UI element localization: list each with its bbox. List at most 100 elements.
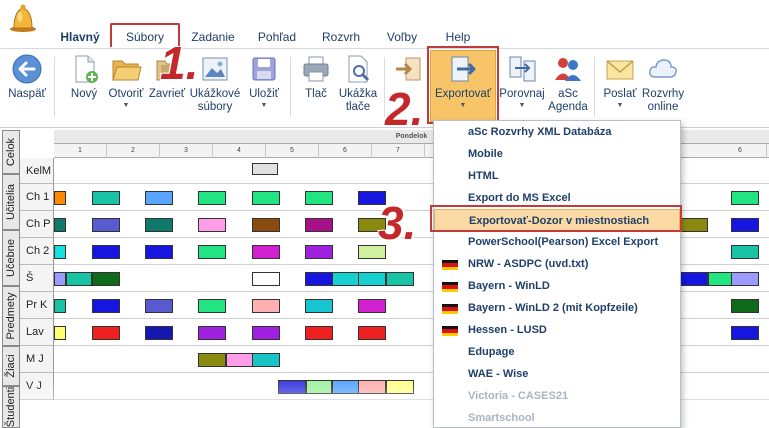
lesson-card[interactable] — [145, 218, 173, 232]
menu-item-victoria[interactable]: Victoria - CASES21 — [434, 385, 680, 407]
row-label[interactable]: M J — [20, 346, 54, 373]
menu-item-mobile[interactable]: Mobile — [434, 143, 680, 165]
lesson-card[interactable] — [305, 218, 333, 232]
menu-item-smartschool[interactable]: Smartschool — [434, 407, 680, 427]
lesson-card[interactable] — [252, 218, 280, 232]
lesson-card[interactable] — [305, 299, 333, 313]
compare-dropdown-arrow-icon[interactable]: ▼ — [496, 101, 548, 110]
lesson-card[interactable] — [680, 272, 708, 286]
row-label[interactable]: Š — [20, 265, 54, 292]
tab-rozvrh[interactable]: Rozvrh — [318, 27, 364, 49]
print-button[interactable]: Tlač — [296, 53, 336, 101]
lesson-card[interactable] — [145, 299, 173, 313]
row-label[interactable]: Pr K — [20, 292, 54, 319]
row-label[interactable]: Lav K — [20, 319, 54, 365]
period-header: 5 — [266, 144, 319, 158]
lesson-card[interactable] — [305, 272, 333, 286]
lesson-card[interactable] — [680, 218, 708, 232]
lesson-card[interactable] — [358, 299, 386, 313]
lesson-card[interactable] — [198, 326, 226, 340]
lesson-card[interactable] — [358, 326, 386, 340]
lesson-card[interactable] — [92, 299, 120, 313]
lesson-card[interactable] — [198, 299, 226, 313]
lesson-card[interactable] — [305, 326, 333, 340]
tab-hlavny[interactable]: Hlavný — [58, 27, 102, 49]
lesson-card[interactable] — [708, 272, 732, 286]
tab-volby[interactable]: Voľby — [382, 27, 422, 49]
lesson-card[interactable] — [358, 272, 386, 286]
lesson-card[interactable] — [252, 299, 280, 313]
lesson-card[interactable] — [92, 272, 120, 286]
asc-agenda-button[interactable]: aSc Agenda — [548, 53, 588, 114]
lesson-card[interactable] — [198, 245, 226, 259]
side-tab-celok[interactable]: Celok — [2, 130, 20, 174]
menu-item-edupage[interactable]: Edupage — [434, 341, 680, 363]
new-button[interactable]: Nový — [64, 53, 104, 101]
lesson-card[interactable] — [305, 245, 333, 259]
row-label[interactable]: Ch 1 — [20, 184, 54, 211]
compare-button[interactable]: Porovnaj ▼ — [496, 53, 548, 110]
lesson-card[interactable] — [54, 245, 66, 259]
lesson-card[interactable] — [54, 299, 66, 313]
back-button[interactable]: Naspäť — [6, 53, 48, 101]
lesson-card[interactable] — [54, 191, 66, 205]
lesson-card[interactable] — [92, 191, 120, 205]
lesson-card[interactable] — [54, 272, 66, 286]
menu-item-wae-wise[interactable]: WAE - Wise — [434, 363, 680, 385]
lesson-card[interactable] — [252, 353, 280, 367]
lesson-card[interactable] — [731, 326, 759, 340]
lesson-card[interactable] — [731, 245, 759, 259]
lesson-card[interactable] — [731, 218, 759, 232]
lesson-card[interactable] — [198, 191, 226, 205]
lesson-card[interactable] — [731, 299, 759, 313]
menu-item-bayern-winld-2[interactable]: Bayern - WinLD 2 (mit Kopfzeile) — [434, 297, 680, 319]
lesson-card[interactable] — [145, 191, 173, 205]
side-tab-ucitelia[interactable]: Učitelia — [2, 174, 20, 230]
lesson-card[interactable] — [252, 272, 280, 286]
lesson-card[interactable] — [54, 326, 66, 340]
lesson-card[interactable] — [386, 272, 414, 286]
side-tab-ucebne[interactable]: Učebne — [2, 230, 20, 286]
open-dropdown-arrow-icon[interactable]: ▼ — [104, 101, 148, 110]
menu-item-asc-xml[interactable]: aSc Rozvrhy XML Databáza — [434, 121, 680, 143]
save-dropdown-arrow-icon[interactable]: ▼ — [244, 101, 284, 110]
menu-item-html[interactable]: HTML — [434, 165, 680, 187]
lesson-card[interactable] — [252, 245, 280, 259]
row-label[interactable]: Ch 2 — [20, 238, 54, 265]
menu-item-nrw-asdpc[interactable]: NRW - ASDPC (uvd.txt) — [434, 253, 680, 275]
lesson-card[interactable] — [731, 272, 759, 286]
tab-pohlad[interactable]: Pohľad — [254, 27, 300, 49]
print-preview-button[interactable]: Ukážka tlače — [336, 53, 380, 114]
save-label: Uložiť — [249, 88, 279, 100]
lesson-card[interactable] — [226, 353, 254, 367]
lesson-card[interactable] — [252, 191, 280, 205]
lesson-card[interactable] — [252, 163, 278, 175]
send-dropdown-arrow-icon[interactable]: ▼ — [600, 101, 640, 110]
lesson-card[interactable] — [332, 272, 360, 286]
lesson-card[interactable] — [252, 326, 280, 340]
lesson-card[interactable] — [198, 353, 226, 367]
save-button[interactable]: Uložiť ▼ — [244, 53, 284, 110]
online-timetables-button[interactable]: Rozvrhy online — [640, 53, 686, 114]
side-tab-studenti[interactable]: Študenti — [2, 386, 20, 428]
lesson-card[interactable] — [92, 245, 120, 259]
lesson-card[interactable] — [66, 272, 92, 286]
row-label[interactable]: KelM — [20, 158, 54, 184]
side-tab-ziaci[interactable]: Žiaci — [2, 346, 20, 386]
lesson-card[interactable] — [305, 191, 333, 205]
lesson-card[interactable] — [145, 245, 173, 259]
lesson-card[interactable] — [92, 218, 120, 232]
send-button[interactable]: Poslať ▼ — [600, 53, 640, 110]
lesson-card[interactable] — [731, 191, 759, 205]
row-label[interactable]: Ch P — [20, 211, 54, 238]
side-tab-predmety[interactable]: Predmety — [2, 286, 20, 346]
lesson-card[interactable] — [145, 326, 173, 340]
lesson-card[interactable] — [198, 218, 226, 232]
lesson-card[interactable] — [54, 218, 66, 232]
menu-item-bayern-winld[interactable]: Bayern - WinLD — [434, 275, 680, 297]
app-bell-icon[interactable] — [8, 3, 38, 33]
menu-item-powerschool[interactable]: PowerSchool(Pearson) Excel Export — [434, 231, 680, 253]
menu-item-hessen-lusd[interactable]: Hessen - LUSD — [434, 319, 680, 341]
open-button[interactable]: Otvoriť ▼ — [104, 53, 148, 110]
lesson-card[interactable] — [92, 326, 120, 340]
